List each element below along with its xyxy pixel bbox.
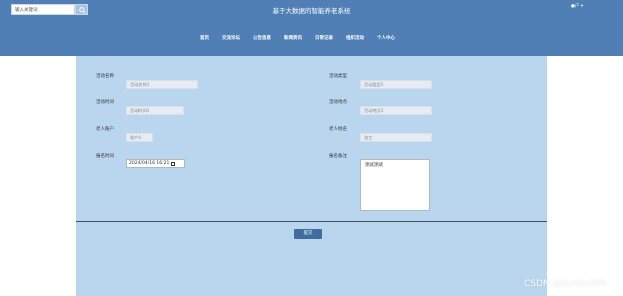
form-divider: [76, 221, 547, 222]
elder-account-label: 老人账户: [96, 127, 114, 132]
signup-time-label: 报名时间: [96, 154, 114, 159]
activity-location-label: 活动地点: [329, 100, 347, 105]
activity-name-field[interactable]: 活动名称1: [126, 80, 198, 89]
watermark: CSDN @bysjlw985: [524, 279, 607, 289]
nav-item-daily-records[interactable]: 日常记录: [315, 35, 333, 45]
nav-item-forum[interactable]: 交流论坛: [222, 35, 240, 45]
activity-name-label: 活动名称: [96, 74, 114, 79]
nav-item-profile[interactable]: 个人中心: [377, 35, 395, 45]
nav-item-activities[interactable]: 组织活动: [346, 35, 364, 45]
activity-time-field[interactable]: 活动时间1: [126, 106, 184, 115]
activity-type-field[interactable]: 活动类型1: [360, 80, 432, 89]
user-menu[interactable]: ●户 ▾: [571, 3, 583, 9]
calendar-icon[interactable]: [171, 161, 176, 166]
nav-item-announcements[interactable]: 公告信息: [253, 35, 271, 45]
submit-button[interactable]: 提交: [294, 229, 322, 239]
elder-account-field[interactable]: 账户4: [126, 133, 153, 142]
signup-form-panel: 活动名称 活动名称1 活动类型 活动类型1 活动时间 活动时间1 活动地点 活动…: [76, 56, 547, 296]
signup-note-label: 报名备注: [329, 154, 347, 159]
signup-note-textarea[interactable]: 测试测试: [360, 159, 430, 211]
signup-time-value: 2024/04/16 16:21: [129, 160, 170, 166]
elder-name-label: 老人姓名: [329, 127, 347, 132]
signup-time-picker[interactable]: 2024/04/16 16:21: [126, 159, 185, 168]
nav-item-news[interactable]: 新闻资讯: [284, 35, 302, 45]
activity-location-field[interactable]: 活动地点1: [360, 106, 432, 115]
main-nav: 首页 交流论坛 公告信息 新闻资讯 日常记录 组织活动 个人中心: [200, 35, 408, 45]
activity-type-label: 活动类型: [329, 74, 347, 79]
activity-time-label: 活动时间: [96, 100, 114, 105]
top-navigation-bar: 输入关键词 基于大数据的智能养老系统 ●户 ▾ 首页 交流论坛 公告信息 新闻资…: [0, 0, 623, 56]
elder-name-field[interactable]: 张三: [360, 133, 432, 142]
site-title: 基于大数据的智能养老系统: [272, 7, 351, 15]
nav-item-home[interactable]: 首页: [200, 35, 209, 45]
